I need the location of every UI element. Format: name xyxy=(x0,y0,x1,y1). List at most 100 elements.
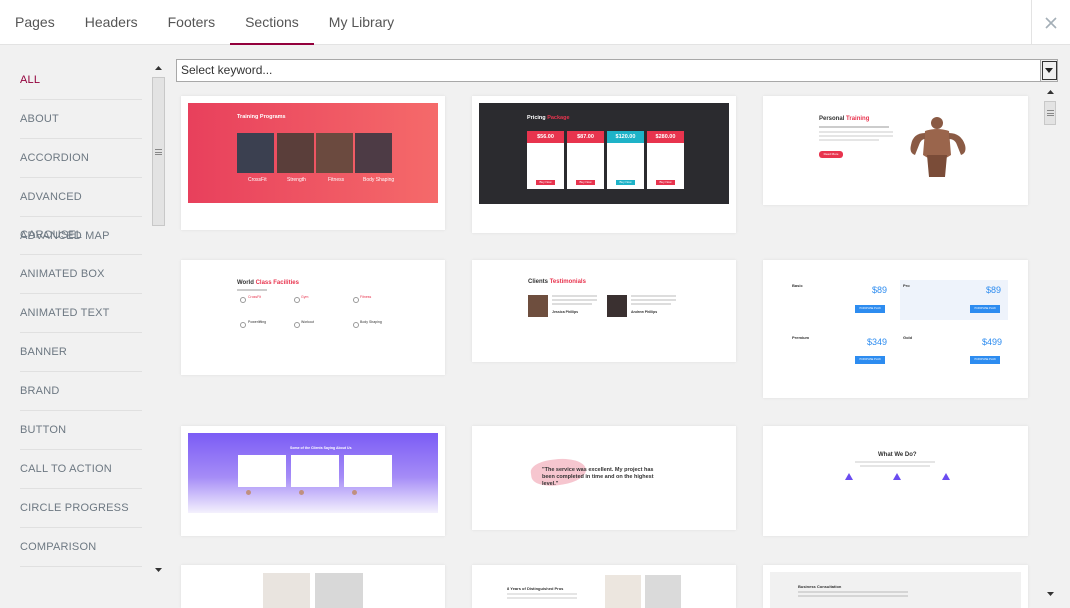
training-photo xyxy=(237,133,274,173)
client-photo xyxy=(528,295,548,317)
gym-icon xyxy=(294,297,300,303)
purchase-plan-button: PURCHASE PLAN xyxy=(970,356,1000,364)
section-card-what-we-do[interactable]: What We Do? xyxy=(763,426,1028,536)
category-animated-box[interactable]: ANIMATED BOX xyxy=(20,255,142,295)
category-brand[interactable]: BRAND xyxy=(20,372,142,412)
training-photo xyxy=(277,133,314,173)
text-line xyxy=(819,131,893,133)
section-card-training-programs[interactable]: Training Programs CrossFit Strength Fitn… xyxy=(181,96,445,230)
tag-icon xyxy=(893,473,901,480)
facility-item: Powerlifting xyxy=(248,320,267,324)
section-card-pricing-package[interactable]: Pricing Package $56.00 Buy Now $87.00 Bu… xyxy=(472,96,736,233)
plan-price: $349 xyxy=(867,337,888,347)
sidebar-scrollbar[interactable] xyxy=(150,60,167,578)
tab-pages[interactable]: Pages xyxy=(0,0,70,45)
text-line xyxy=(237,289,267,291)
main-scrollbar[interactable] xyxy=(1042,84,1058,602)
facility-item: Body Shaping xyxy=(360,320,382,324)
text-line xyxy=(798,595,908,597)
thumbnail-plans: Basic $89 PURCHASE PLAN Pro $89 PURCHASE… xyxy=(770,267,1021,391)
text-line xyxy=(819,135,893,137)
scroll-down-arrow-icon[interactable] xyxy=(1042,586,1058,602)
category-about[interactable]: ABOUT xyxy=(20,100,142,139)
category-advanced-map[interactable]: ADVANCED MAP xyxy=(20,217,142,256)
personal-title-b: Training xyxy=(846,116,870,122)
dropdown-button[interactable] xyxy=(1040,60,1057,81)
section-card-clients-saying[interactable]: Some of the Clients Saying About Us xyxy=(181,426,445,536)
dumbbell-icon xyxy=(240,297,246,303)
scroll-up-arrow-icon[interactable] xyxy=(150,60,167,76)
thumbnail-testimonials: Clients Testimonials Jessica Phillips An… xyxy=(479,267,729,355)
tab-headers[interactable]: Headers xyxy=(70,0,153,45)
client-name: Andrew Phillips xyxy=(631,310,658,314)
category-comparison[interactable]: COMPARISON xyxy=(20,528,142,567)
keyword-select[interactable]: Select keyword... xyxy=(176,59,1058,82)
section-card-personal-training[interactable]: Personal Training Read More xyxy=(763,96,1028,205)
sidebar-scroll-thumb[interactable] xyxy=(152,77,165,226)
category-circle-progress[interactable]: CIRCLE PROGRESS xyxy=(20,489,142,528)
text-line xyxy=(507,597,577,599)
plan-box: Premium $349 PURCHASE PLAN xyxy=(789,332,894,372)
rocket-icon xyxy=(845,473,853,480)
training-item: Body Shaping xyxy=(363,177,395,183)
buy-now-button: Buy Now xyxy=(656,180,675,185)
buy-now-button: Buy Now xyxy=(536,180,555,185)
category-call-to-action[interactable]: CALL TO ACTION xyxy=(20,450,142,489)
personal-title: Personal Training xyxy=(819,116,869,122)
buy-now-button: Buy Now xyxy=(616,180,635,185)
section-card-testimonials[interactable]: Clients Testimonials Jessica Phillips An… xyxy=(472,260,736,362)
category-banner[interactable]: BANNER xyxy=(20,333,142,373)
category-sidebar: ALL ABOUT ACCORDION ADVANCED CAROUSEL AD… xyxy=(0,61,150,579)
thumbnail-training: Training Programs CrossFit Strength Fitn… xyxy=(188,103,438,203)
team-photo xyxy=(315,573,363,608)
purchase-plan-button: PURCHASE PLAN xyxy=(855,356,885,364)
purchase-plan-button: PURCHASE PLAN xyxy=(855,305,885,313)
section-card-business[interactable]: Business Consultation xyxy=(763,565,1028,608)
facilities-title-b: Class Facilities xyxy=(255,280,299,286)
training-photo xyxy=(316,133,353,173)
text-line xyxy=(860,465,930,467)
training-item: CrossFit xyxy=(248,177,267,183)
grip-icon xyxy=(155,148,162,155)
section-card-plans[interactable]: Basic $89 PURCHASE PLAN Pro $89 PURCHASE… xyxy=(763,260,1028,398)
thumbnail-team xyxy=(188,572,438,608)
category-animated-text[interactable]: ANIMATED TEXT xyxy=(20,294,142,334)
plan-box: Pro $89 PURCHASE PLAN xyxy=(900,280,1008,320)
plan-price: $89 xyxy=(872,285,888,295)
what-we-do-title: What We Do? xyxy=(878,452,917,458)
tab-footers[interactable]: Footers xyxy=(153,0,230,45)
category-advanced-carousel[interactable]: ADVANCED CAROUSEL xyxy=(20,178,142,241)
tab-my-library[interactable]: My Library xyxy=(314,0,409,45)
plan-name: Gold xyxy=(903,335,913,340)
tab-sections[interactable]: Sections xyxy=(230,0,314,45)
scroll-down-arrow-icon[interactable] xyxy=(150,562,167,578)
testimonial-box xyxy=(344,455,392,487)
chart-icon xyxy=(942,473,950,480)
category-button[interactable]: BUTTON xyxy=(20,411,142,450)
section-card-experience[interactable]: 8 Years of Distinguished Pros xyxy=(472,565,736,608)
pricing-title-a: Pricing xyxy=(527,115,546,121)
pricing-price: $56.00 xyxy=(527,131,564,143)
main-scroll-thumb[interactable] xyxy=(1044,101,1056,125)
close-button[interactable] xyxy=(1031,0,1070,45)
text-line xyxy=(552,303,592,305)
category-accordion[interactable]: ACCORDION xyxy=(20,139,142,178)
section-card-team[interactable] xyxy=(181,565,445,608)
section-card-quote[interactable]: "The service was excellent. My project h… xyxy=(472,426,736,530)
training-item: Strength xyxy=(287,177,306,183)
category-all[interactable]: ALL xyxy=(20,61,142,100)
thumbnail-facilities: World Class Facilities CrossFit Gym Fitn… xyxy=(188,267,438,368)
plan-name: Basic xyxy=(792,283,803,288)
pricing-title: Pricing Package xyxy=(527,115,570,121)
business-title: Business Consultation xyxy=(798,584,842,589)
scroll-up-arrow-icon[interactable] xyxy=(1042,84,1058,100)
facility-item: Fitness xyxy=(360,295,372,299)
pricing-price: $280.00 xyxy=(647,131,684,143)
training-title: Training Programs xyxy=(237,114,286,120)
section-card-facilities[interactable]: World Class Facilities CrossFit Gym Fitn… xyxy=(181,260,445,375)
workout-icon xyxy=(294,322,300,328)
plan-box: Basic $89 PURCHASE PLAN xyxy=(789,280,894,320)
thumbnail-pricing: Pricing Package $56.00 Buy Now $87.00 Bu… xyxy=(479,103,729,204)
facilities-title-a: World xyxy=(237,280,254,286)
text-line xyxy=(819,126,889,128)
